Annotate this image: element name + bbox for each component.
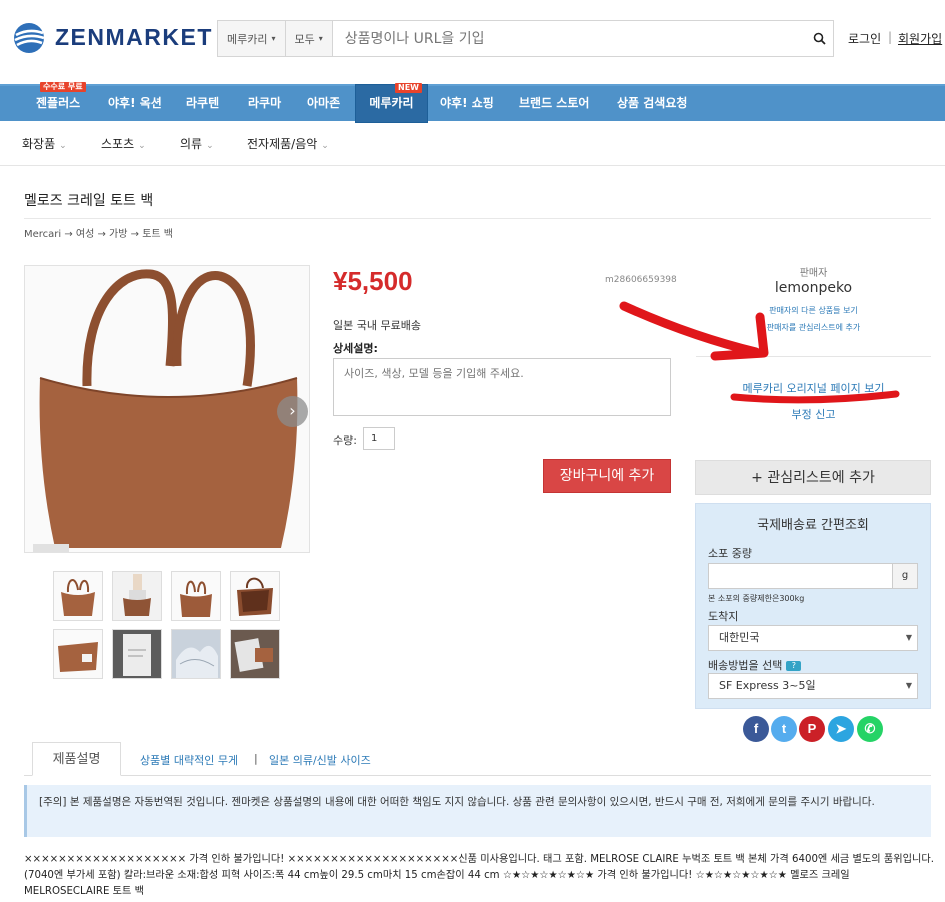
search-icon — [813, 32, 826, 45]
nav-item-rakuten[interactable]: 라쿠텐 — [186, 86, 219, 121]
tab-divider — [24, 775, 931, 776]
chevron-down-icon: ▼ — [905, 681, 912, 690]
free-fee-badge: 수수료 무료 — [40, 82, 86, 92]
nav-item-yahoo-shopping[interactable]: 야후! 쇼핑 — [440, 86, 494, 121]
shipping-calculator-title: 국제배송료 간편조회 — [757, 518, 869, 533]
main-nav: 젠플러스 수수료 무료 야후! 옥션 라쿠텐 라쿠마 아마존 메루카리 NEW … — [0, 82, 945, 123]
product-title: 멜로즈 크레일 토트 백 — [24, 193, 154, 209]
nav-item-search-request[interactable]: 상품 검색요청 — [617, 86, 687, 121]
thumbnail-image — [54, 572, 102, 620]
product-price: ¥5,500 — [333, 266, 413, 296]
product-description-text: ××××××××××××××××××× 가격 인하 불가입니다! ×××××××… — [24, 854, 934, 897]
breadcrumb[interactable]: Mercari → 여성 → 가방 → 토트 백 — [24, 225, 173, 240]
thumbnail[interactable] — [230, 629, 280, 679]
chevron-down-icon: ⌄ — [321, 141, 329, 151]
zenmarket-logo[interactable]: ZENMARKET — [13, 22, 211, 54]
image-next-button[interactable]: › — [277, 396, 308, 427]
nav-item-rakuma[interactable]: 라쿠마 — [248, 86, 281, 121]
nav-item-yahoo-auction[interactable]: 야후! 옥션 — [108, 86, 162, 121]
pinterest-icon[interactable]: P — [799, 716, 825, 742]
tab-size-guide[interactable]: 일본 의류/신발 사이즈 — [269, 752, 371, 768]
chevron-down-icon: ⌄ — [59, 141, 67, 151]
subnav-item-clothing[interactable]: 의류 ⌄ — [180, 135, 214, 152]
thumbnail-image — [172, 630, 220, 678]
thumbnail-image — [54, 630, 102, 678]
weight-limit-note: 본 소포의 중량제한은300kg — [708, 594, 805, 603]
whatsapp-icon[interactable]: ✆ — [857, 716, 883, 742]
twitter-icon[interactable]: t — [771, 716, 797, 742]
search-button[interactable] — [805, 21, 833, 56]
thumbnail[interactable] — [230, 571, 280, 621]
translation-notice: [주의] 본 제품설명은 자동번역된 것입니다. 젠마켓은 상품설명의 내용에 … — [24, 785, 931, 837]
thumbnail-image — [172, 572, 220, 620]
thumbnail[interactable] — [112, 629, 162, 679]
subnav-item-cosmetics[interactable]: 화장품 ⌄ — [22, 135, 67, 152]
add-to-wishlist-button[interactable]: + 관심리스트에 추가 — [695, 460, 931, 495]
thumbnail[interactable] — [53, 629, 103, 679]
chevron-down-icon: ▼ — [905, 633, 912, 642]
subnav-item-sports[interactable]: 스포츠 ⌄ — [101, 135, 146, 152]
destination-label: 도착지 — [708, 610, 739, 623]
search-input[interactable] — [332, 21, 805, 56]
site-select[interactable]: 메루카리 ▾ — [218, 21, 286, 56]
signup-link[interactable]: 회원가입 — [898, 30, 942, 47]
shipping-calculator: 국제배송료 간편조회 소포 중량 g 본 소포의 중량제한은300kg 도착지 … — [695, 503, 931, 709]
weight-unit: g — [892, 563, 918, 589]
tab-product-description[interactable]: 제품설명 — [32, 742, 121, 776]
shipping-info: 일본 국내 무료배송 — [333, 319, 421, 332]
chevron-right-icon: › — [289, 401, 296, 420]
seller-label: 판매자 — [799, 268, 828, 279]
tab-separator: | — [254, 752, 258, 765]
add-to-cart-button[interactable]: 장바구니에 추가 — [543, 459, 671, 493]
product-main-image[interactable] — [24, 265, 310, 553]
quantity-input[interactable] — [363, 427, 395, 450]
thumbnail[interactable] — [112, 571, 162, 621]
thumbnail-image — [113, 572, 161, 620]
login-link[interactable]: 로그인 — [848, 30, 881, 47]
thumbnail[interactable] — [171, 629, 221, 679]
detail-description-label: 상세설명: — [333, 342, 378, 355]
thumbnail[interactable] — [171, 571, 221, 621]
shipping-method-select[interactable]: SF Express 3~5일 ▼ — [708, 673, 918, 699]
thumbnail-image — [231, 630, 279, 678]
tote-bag-image — [25, 266, 309, 552]
red-annotation — [619, 301, 900, 404]
title-divider — [24, 218, 931, 219]
nav-item-brand-store[interactable]: 브랜드 스토어 — [519, 86, 589, 121]
facebook-icon[interactable]: f — [743, 716, 769, 742]
shipping-method-label: 배송방법을 선택? — [708, 657, 802, 673]
item-id: m28606659398 — [605, 275, 677, 285]
thumbnail-image — [113, 630, 161, 678]
category-select[interactable]: 모두 ▾ — [285, 21, 333, 56]
new-badge: NEW — [395, 83, 422, 93]
weight-input[interactable] — [708, 563, 893, 589]
weight-label: 소포 중량 — [708, 547, 752, 560]
tab-item-weight[interactable]: 상품별 대략적인 무게 — [140, 752, 238, 768]
telegram-icon[interactable]: ➤ — [828, 716, 854, 742]
search-bar: 메루카리 ▾ 모두 ▾ — [217, 20, 834, 57]
subnav-item-electronics[interactable]: 전자제품/음악 ⌄ — [247, 135, 329, 152]
category-subnav: 화장품 ⌄ 스포츠 ⌄ 의류 ⌄ 전자제품/음악 ⌄ — [0, 121, 945, 166]
chevron-down-icon: ⌄ — [138, 141, 146, 151]
chevron-down-icon: ⌄ — [206, 141, 214, 151]
header-separator: | — [888, 30, 893, 44]
nav-item-amazon[interactable]: 아마존 — [307, 86, 340, 121]
help-icon[interactable]: ? — [786, 661, 802, 671]
thumbnail-image — [231, 572, 279, 620]
logo-text: ZENMARKET — [55, 24, 213, 50]
site-header: ZENMARKET 메루카리▾ 모두▾ 로그인 | 회원가입 — [0, 0, 945, 84]
logo-icon — [14, 23, 45, 53]
thumbnail[interactable] — [53, 571, 103, 621]
destination-select[interactable]: 대한민국 ▼ — [708, 625, 918, 651]
seller-name[interactable]: lemonpeko — [696, 280, 931, 296]
quantity-label: 수량: — [333, 434, 357, 447]
